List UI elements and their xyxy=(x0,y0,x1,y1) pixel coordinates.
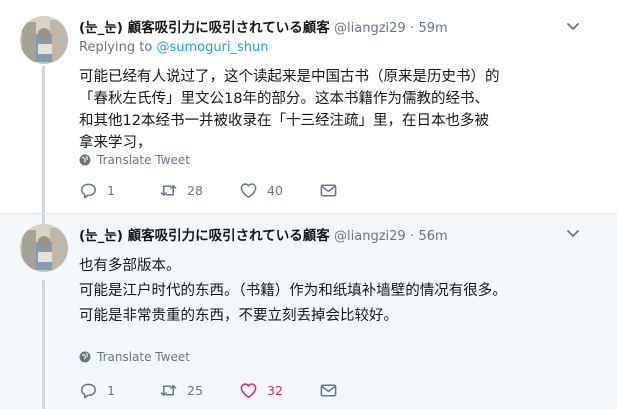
tweet-text: 也有多部版本。 可能是江户时代的东西。（书籍）作为和纸填补墙壁的情况有很多。 可… xyxy=(79,254,599,329)
retweet-button[interactable]: 28 xyxy=(159,180,239,200)
heart-icon xyxy=(240,182,257,198)
retweet-icon xyxy=(160,384,177,396)
chevron-down-icon[interactable] xyxy=(565,18,581,34)
reply-count: 1 xyxy=(107,182,115,198)
tweet-text-line: 和其他12本经书一并被收录在「十三经注疏」里，在日本也多被 xyxy=(79,113,489,129)
tweet-text-line: 可能是江户时代的东西。（书籍）作为和纸填补墙壁的情况有很多。 xyxy=(79,283,507,299)
reply-button[interactable]: 1 xyxy=(79,180,159,200)
envelope-icon xyxy=(320,184,337,196)
like-button[interactable]: 40 xyxy=(239,180,319,200)
like-count: 40 xyxy=(267,182,283,198)
like-button[interactable]: 32 xyxy=(239,380,319,400)
avatar[interactable] xyxy=(20,224,68,272)
direct-message-button[interactable] xyxy=(319,380,399,400)
tweet-text-line: 可能已经有人说过了，这个读起来是中国古书（原来是历史书）的 xyxy=(79,69,500,85)
tweet-header: (눈_눈) 顧客吸引力に吸引されている顧客 @liangzi29 · 59m xyxy=(79,16,448,36)
retweet-count: 25 xyxy=(187,382,203,398)
avatar[interactable] xyxy=(20,16,68,64)
globe-icon xyxy=(79,351,91,363)
reply-button[interactable]: 1 xyxy=(79,380,159,400)
retweet-button[interactable]: 25 xyxy=(159,380,239,400)
timestamp[interactable]: 56m xyxy=(418,229,447,244)
retweet-count: 28 xyxy=(187,182,203,198)
translate-label: Translate Tweet xyxy=(97,350,190,364)
tweet[interactable]: (눈_눈) 顧客吸引力に吸引されている顧客 @liangzi29 · 56m 也… xyxy=(0,213,617,409)
thread-connector xyxy=(42,214,45,224)
tweet-text-line: 拿来学习， xyxy=(79,135,152,151)
envelope-icon xyxy=(320,384,337,396)
timestamp[interactable]: 59m xyxy=(418,21,447,36)
direct-message-button[interactable] xyxy=(319,180,399,200)
thread-connector xyxy=(42,280,45,409)
tweet-text: 可能已经有人说过了，这个读起来是中国古书（原来是历史书）的 「春秋左氏传」里文公… xyxy=(79,66,589,154)
separator: · xyxy=(410,229,415,244)
display-name[interactable]: (눈_눈) 顧客吸引力に吸引されている顧客 xyxy=(79,20,330,36)
tweet-actions: 1 25 32 xyxy=(79,380,399,400)
replying-to-label: Replying to xyxy=(79,40,157,55)
like-count: 32 xyxy=(267,382,283,398)
tweet-text-line: 可能是非常贵重的东西，不要立刻丢掉会比较好。 xyxy=(79,308,398,324)
reply-icon xyxy=(81,383,96,398)
tweet-header: (눈_눈) 顧客吸引力に吸引されている顧客 @liangzi29 · 56m xyxy=(79,224,448,244)
replying-to: Replying to @sumoguri_shun xyxy=(79,40,269,55)
user-handle[interactable]: @liangzi29 xyxy=(334,229,406,244)
reply-icon xyxy=(81,183,96,198)
user-handle[interactable]: @liangzi29 xyxy=(334,21,406,36)
tweet[interactable]: (눈_눈) 顧客吸引力に吸引されている顧客 @liangzi29 · 59m R… xyxy=(0,0,617,213)
thread-connector xyxy=(42,66,45,213)
heart-icon xyxy=(240,382,257,398)
reply-count: 1 xyxy=(107,382,115,398)
chevron-down-icon[interactable] xyxy=(565,225,581,241)
mention-link[interactable]: @sumoguri_shun xyxy=(156,40,268,55)
tweet-text-line: 也有多部版本。 xyxy=(79,258,181,274)
tweet-text-line: 「春秋左氏传」里文公18年的部分。这本书籍作为儒教的经书、 xyxy=(79,91,489,107)
retweet-icon xyxy=(160,184,177,196)
translate-tweet-link[interactable]: Translate Tweet xyxy=(79,350,190,364)
translate-tweet-link[interactable]: Translate Tweet xyxy=(79,153,190,167)
separator: · xyxy=(410,21,415,36)
tweet-actions: 1 28 40 xyxy=(79,180,399,200)
globe-icon xyxy=(79,154,91,166)
translate-label: Translate Tweet xyxy=(97,153,190,167)
display-name[interactable]: (눈_눈) 顧客吸引力に吸引されている顧客 xyxy=(79,228,330,244)
